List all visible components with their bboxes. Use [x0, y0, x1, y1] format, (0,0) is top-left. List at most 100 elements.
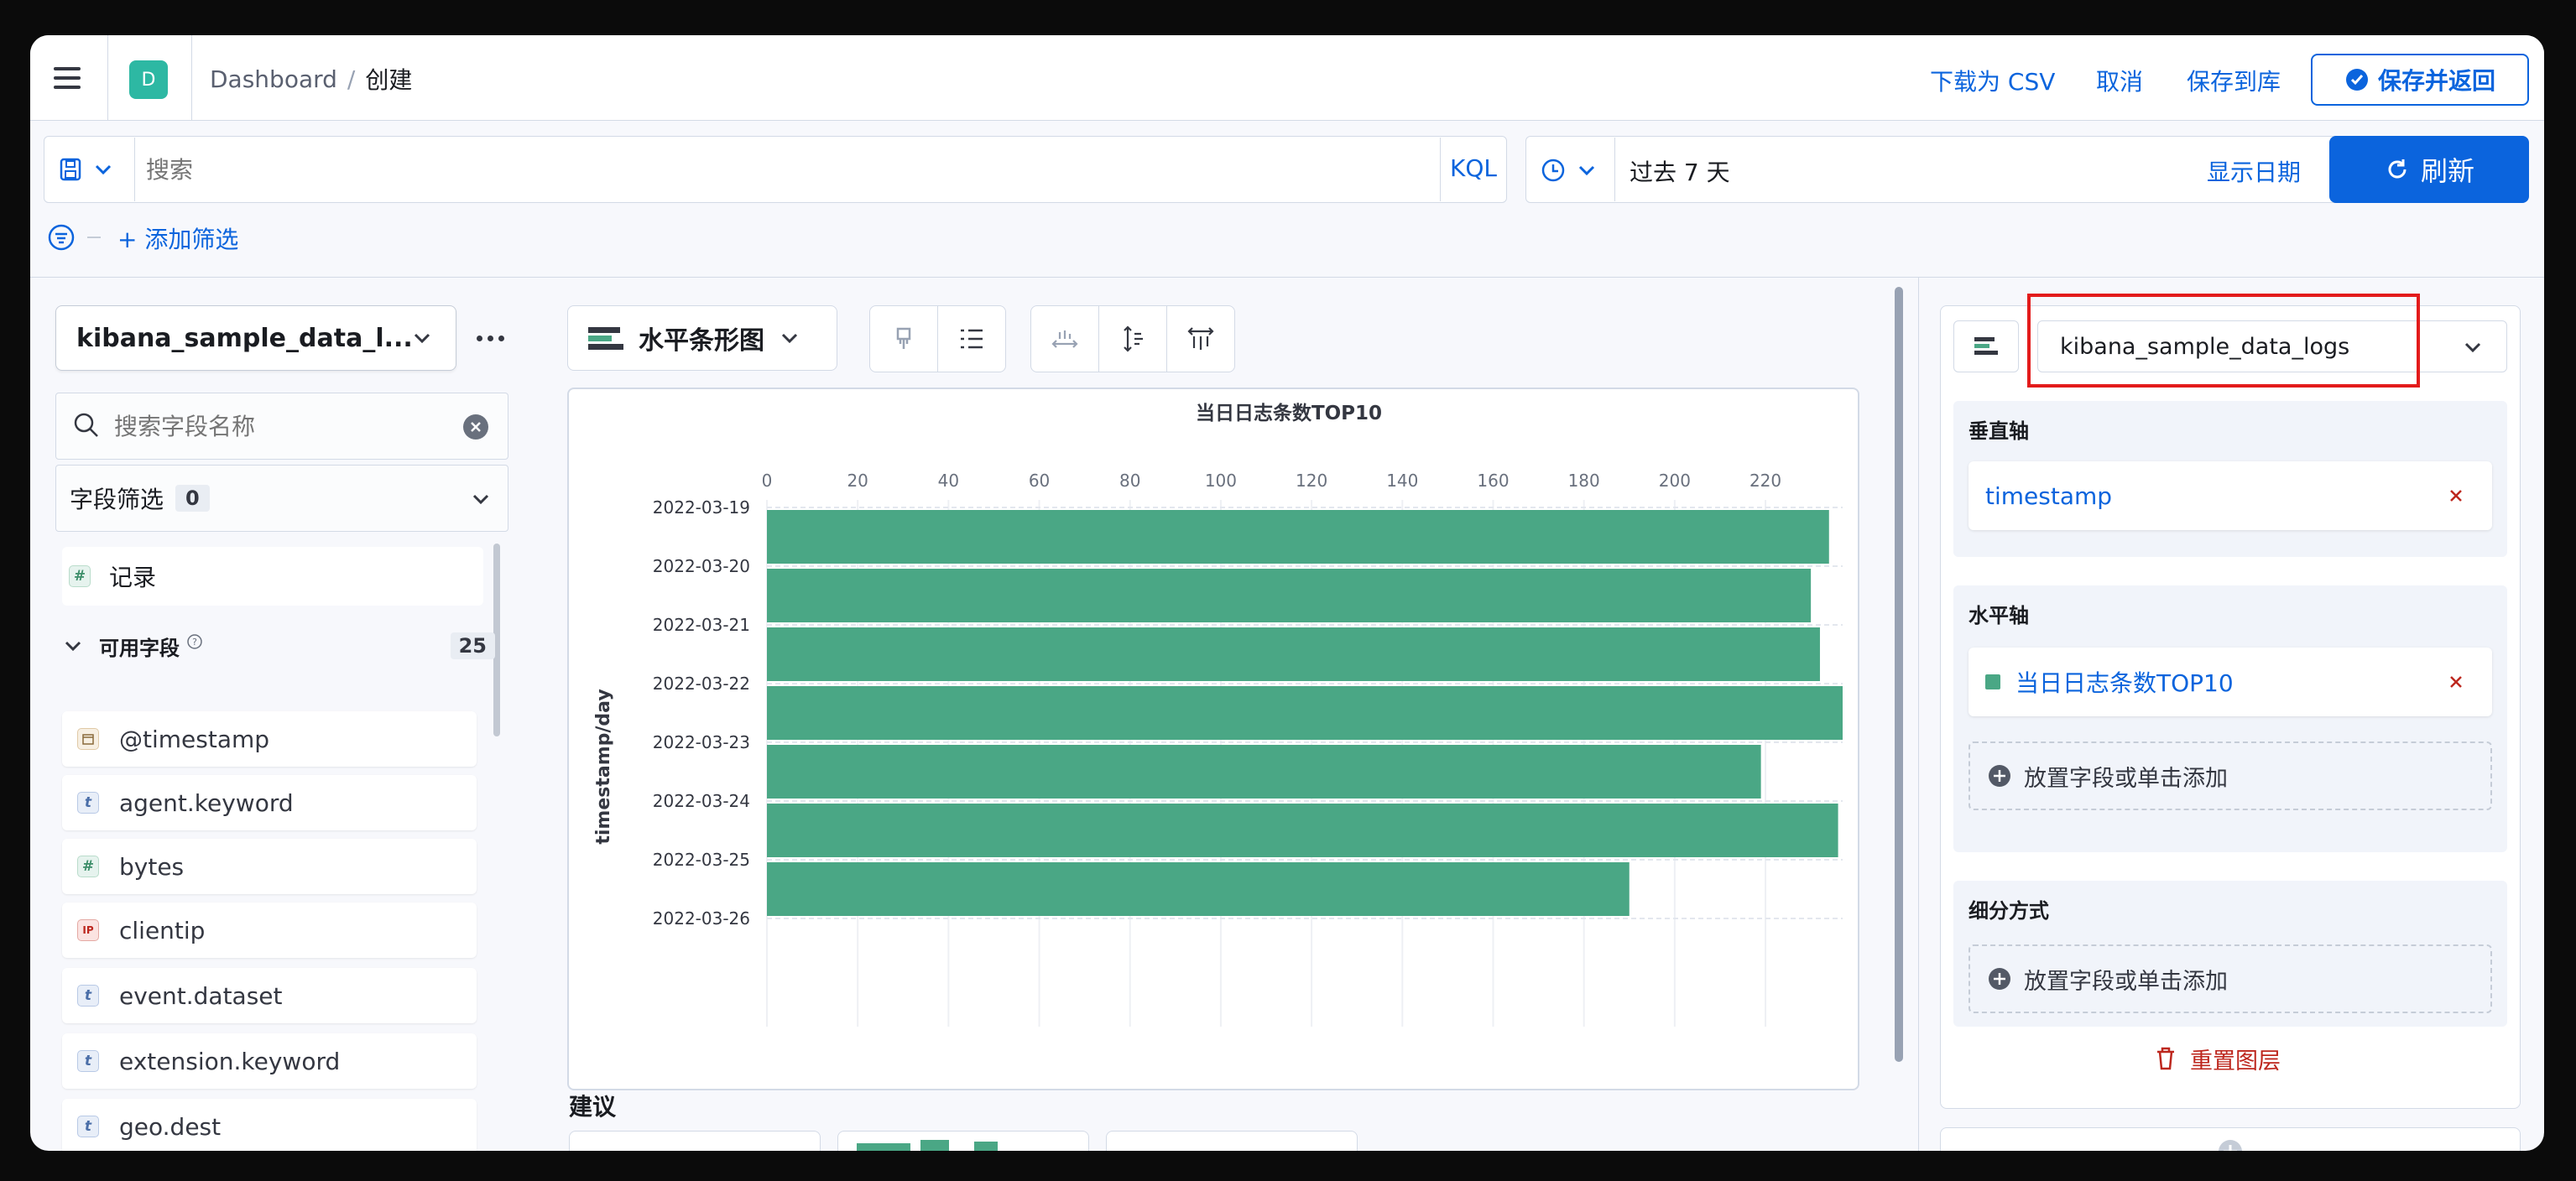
field-name: event.dataset [119, 981, 283, 1010]
quick-select-button[interactable] [1541, 156, 1609, 185]
breadcrumb-dashboard[interactable]: Dashboard [210, 65, 337, 93]
string-type-icon: t [77, 792, 99, 814]
bar-horizontal-icon [1974, 337, 1998, 355]
bar[interactable] [767, 862, 1630, 916]
breakdown-label: 细分方式 [1969, 899, 2049, 923]
bar[interactable] [767, 569, 1812, 622]
workspace-scrollbar[interactable] [1895, 287, 1903, 1062]
breakdown-dropzone-label: 放置字段或单击添加 [2024, 968, 2228, 995]
bar[interactable] [767, 510, 1829, 564]
header-divider-2 [191, 35, 192, 121]
reset-layer-button[interactable]: 重置图层 [2153, 1040, 2281, 1077]
help-icon: ? [187, 634, 202, 649]
time-range-value[interactable]: 过去 7 天 [1630, 154, 1730, 188]
kql-toggle[interactable]: KQL [1450, 154, 1497, 182]
chevron-down-icon [1578, 165, 1595, 176]
remove-icon[interactable] [2448, 674, 2464, 689]
download-csv-link[interactable]: 下载为 CSV [1930, 64, 2055, 97]
filter-divider [87, 237, 101, 238]
x-tick-label: 20 [847, 471, 868, 491]
bar[interactable] [767, 804, 1838, 857]
visual-options-button[interactable] [869, 305, 938, 372]
x-tick-label: 180 [1568, 471, 1600, 491]
svg-text:?: ? [192, 637, 197, 648]
save-and-return-button[interactable]: 保存并返回 [2311, 54, 2529, 106]
records-field[interactable]: # 记录 [62, 547, 483, 606]
bar-horizontal-icon [588, 327, 623, 350]
x-tick-label: 160 [1477, 471, 1509, 491]
field-item[interactable]: @timestamp [62, 711, 477, 767]
add-layer-button[interactable] [1940, 1127, 2521, 1151]
suggestion-card[interactable] [1106, 1131, 1358, 1151]
breakdown-dropzone[interactable]: 放置字段或单击添加 [1969, 944, 2492, 1013]
chart-type-switcher[interactable]: 水平条形图 [567, 305, 837, 371]
index-pattern-select[interactable]: kibana_sample_data_l... [55, 305, 456, 371]
field-name: clientip [119, 916, 206, 944]
suggestions-label: 建议 [569, 1093, 617, 1121]
bar-chart: 当日日志条数TOP10 timestamp/day 0 20 40 60 80 100 12… [593, 402, 1843, 1027]
add-filter-link[interactable]: + 添加筛选 [117, 221, 238, 255]
space-avatar[interactable]: D [129, 60, 168, 99]
show-dates-link[interactable]: 显示日期 [2207, 154, 2301, 188]
available-fields-header[interactable]: 可用字段 ? 25 [62, 627, 502, 664]
layer-type-button[interactable] [1953, 320, 2019, 372]
save-and-return-label: 保存并返回 [2377, 67, 2495, 95]
menu-icon[interactable] [54, 67, 81, 89]
y-tick-label: 2022-03-21 [653, 615, 750, 635]
clear-search-icon[interactable] [463, 414, 488, 440]
axis-bottom-icon [1051, 330, 1078, 348]
highlight-box [2027, 294, 2420, 388]
horizontal-axis-field[interactable]: 当日日志条数TOP10 [1969, 648, 2492, 716]
x-tick-label: 60 [1029, 471, 1050, 491]
breadcrumb-separator: / [347, 65, 356, 93]
field-filter-label: 字段筛选 [70, 486, 164, 513]
vertical-axis-label: 垂直轴 [1969, 419, 2029, 443]
bar[interactable] [767, 745, 1761, 799]
bar[interactable] [767, 627, 1820, 681]
filter-options-icon[interactable] [47, 223, 76, 252]
field-item[interactable]: t agent.keyword [62, 775, 477, 830]
y-tick-label: 2022-03-22 [653, 674, 750, 694]
search-input[interactable] [146, 141, 1438, 198]
bottom-axis-button[interactable] [1030, 305, 1099, 372]
field-item[interactable]: IP clientip [62, 903, 477, 958]
vertical-axis-field-name[interactable]: timestamp [1985, 482, 2112, 510]
y-tick-label: 2022-03-23 [653, 732, 750, 752]
string-type-icon: t [77, 1116, 99, 1137]
chevron-down-icon [65, 641, 81, 652]
field-search-input[interactable] [114, 399, 450, 453]
more-options-icon[interactable] [477, 330, 507, 346]
available-fields-count: 25 [450, 632, 495, 659]
available-fields-label: 可用字段 [99, 636, 180, 660]
legend-options-button[interactable] [937, 305, 1006, 372]
suggestion-card[interactable] [837, 1131, 1089, 1151]
saved-query-button[interactable] [59, 154, 129, 185]
x-tick-label: 40 [938, 471, 959, 491]
field-item[interactable]: t geo.dest [62, 1099, 477, 1151]
horizontal-axis-field-name[interactable]: 当日日志条数TOP10 [2015, 665, 2234, 699]
field-item[interactable]: # bytes [62, 839, 477, 894]
refresh-button[interactable]: 刷新 [2329, 136, 2529, 203]
field-item[interactable]: t extension.keyword [62, 1033, 477, 1089]
left-axis-button[interactable] [1098, 305, 1167, 372]
y-tick-label: 2022-03-26 [653, 908, 750, 929]
bar[interactable] [767, 686, 1843, 740]
string-type-icon: t [77, 985, 99, 1007]
axis-right-icon [1187, 327, 1214, 350]
refresh-icon [2388, 159, 2407, 179]
field-filter-toggle[interactable]: 字段筛选 0 [55, 465, 508, 532]
right-axis-button[interactable] [1166, 305, 1235, 372]
field-name: extension.keyword [119, 1047, 341, 1075]
search-icon [74, 413, 98, 437]
add-field-dropzone[interactable]: 放置字段或单击添加 [1969, 741, 2492, 810]
field-name: @timestamp [119, 725, 270, 753]
remove-icon[interactable] [2448, 488, 2464, 503]
y-tick-label: 2022-03-19 [653, 497, 750, 518]
cancel-link[interactable]: 取消 [2096, 64, 2143, 97]
list-icon [961, 329, 983, 349]
save-to-library-link[interactable]: 保存到库 [2187, 64, 2281, 97]
vertical-axis-field[interactable]: timestamp [1969, 461, 2492, 530]
field-item[interactable]: t event.dataset [62, 968, 477, 1023]
suggestion-card[interactable] [569, 1131, 821, 1151]
refresh-label: 刷新 [2420, 155, 2474, 187]
